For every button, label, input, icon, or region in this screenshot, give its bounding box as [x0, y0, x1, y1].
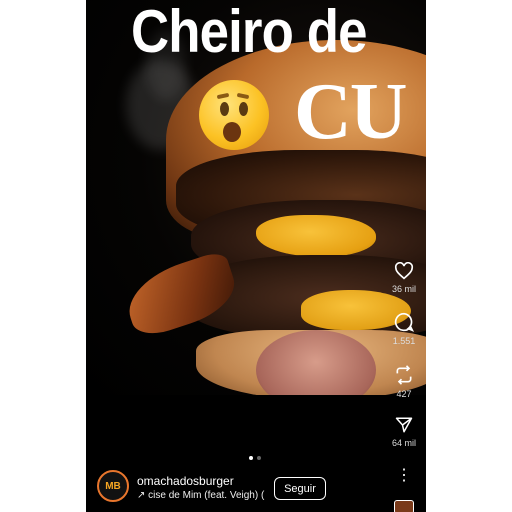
comment-icon — [394, 312, 414, 332]
more-icon[interactable]: ⋮ — [396, 468, 412, 484]
like-count: 36 mil — [391, 284, 416, 294]
carousel-dot-active — [249, 456, 253, 460]
share-icon — [395, 417, 413, 433]
audio-thumbnail[interactable] — [394, 500, 414, 512]
music-label[interactable]: ↗ cise de Mim (feat. Veigh) (F — [137, 490, 265, 501]
follow-button[interactable]: Seguir — [274, 477, 326, 500]
username[interactable]: omachadosburger — [137, 474, 234, 488]
avatar[interactable]: MB — [97, 470, 129, 502]
repost-count: 427 — [396, 389, 412, 399]
post-image[interactable]: Cheiro de CU — [86, 0, 426, 395]
reel-viewer: Cheiro de CU 36 mil 1.551 427 64 mil MB … — [86, 0, 426, 512]
avatar-logo-text: MB — [105, 480, 121, 492]
carousel-indicator — [247, 447, 263, 465]
comment-button[interactable]: 1.551 — [386, 312, 422, 346]
heart-icon — [394, 262, 414, 280]
astonished-emoji-icon — [199, 80, 269, 150]
repost-icon — [396, 365, 412, 385]
share-button[interactable]: 64 mil — [386, 416, 422, 448]
headline-text: Cheiro de — [131, 0, 367, 65]
like-button[interactable]: 36 mil — [386, 262, 422, 294]
headline-text-2: CU — [294, 68, 408, 156]
carousel-dot — [257, 456, 261, 460]
comment-count: 1.551 — [392, 336, 416, 346]
share-count: 64 mil — [391, 438, 416, 448]
repost-button[interactable]: 427 — [386, 365, 422, 399]
